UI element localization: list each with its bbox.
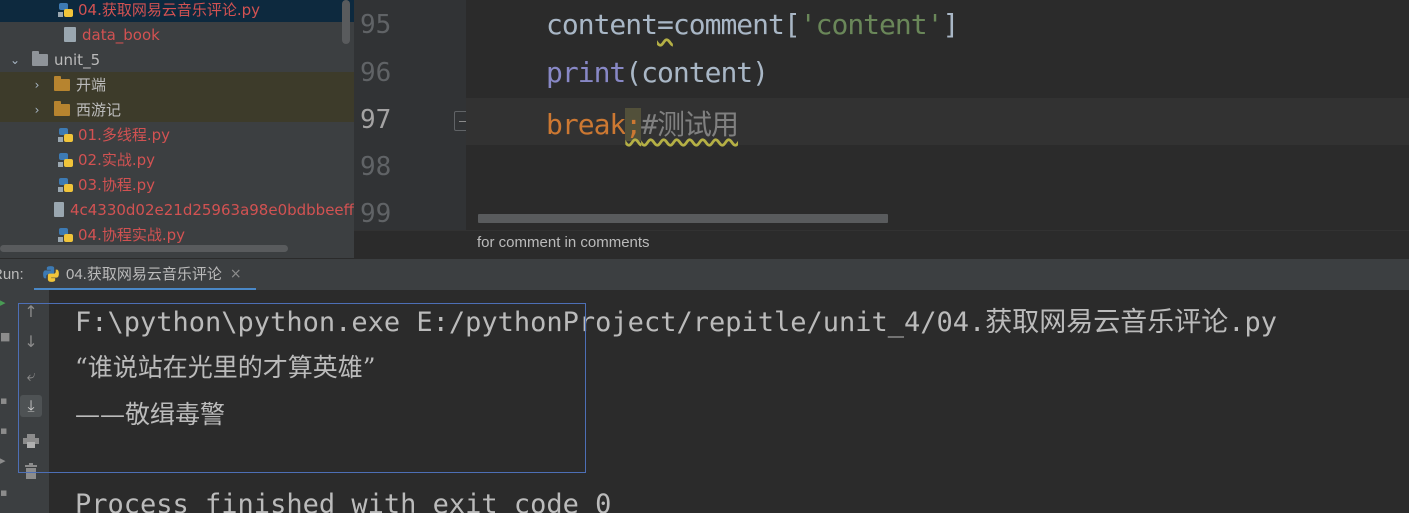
- code-line-96[interactable]: print(content): [546, 56, 769, 89]
- tree-item-01-py[interactable]: 01.多线程.py: [0, 122, 354, 147]
- tree-item-data-book[interactable]: data_book: [0, 22, 354, 47]
- soft-wrap-icon[interactable]: ⤶: [20, 365, 42, 387]
- run-tab[interactable]: 04.获取网易云音乐评论 ×: [34, 259, 256, 291]
- tree-item-label: 03.协程.py: [78, 176, 156, 194]
- text-file-icon: [64, 27, 76, 42]
- tree-item-label: 4c4330d02e21d25963a98e0bdbbeeff: [69, 200, 354, 219]
- run-toolbar: ↑ ↓ ⤶ ⤓: [13, 290, 50, 513]
- tree-item-kaiduan[interactable]: › 开端: [0, 72, 354, 97]
- run-panel-header: Run: 04.获取网易云音乐评论 ×: [0, 258, 1409, 291]
- chevron-down-icon[interactable]: ⌄: [8, 53, 22, 67]
- code-editor[interactable]: content=comment['content'] print(content…: [466, 0, 1409, 230]
- tree-item-03-py[interactable]: 03.协程.py: [0, 172, 354, 197]
- folder-icon: [54, 75, 70, 91]
- tree-vertical-scrollbar[interactable]: [342, 0, 350, 44]
- console-line-command: F:\python\python.exe E:/pythonProject/re…: [75, 307, 1278, 338]
- tree-item-hash-file[interactable]: 4c4330d02e21d25963a98e0bdbbeeff: [0, 197, 354, 222]
- scroll-down-icon[interactable]: ↓: [20, 330, 42, 352]
- project-tree: 04.获取网易云音乐评论.py data_book ⌄ unit_5 › 开端 …: [0, 0, 354, 258]
- python-file-icon: [58, 152, 73, 167]
- tree-item-label: 西游记: [76, 101, 122, 119]
- tree-horizontal-scrollbar[interactable]: [0, 245, 288, 252]
- tree-item-label: 开端: [76, 76, 107, 94]
- run-tab-label: 04.获取网易云音乐评论: [66, 266, 222, 283]
- python-file-icon: [58, 227, 73, 242]
- stop-icon[interactable]: ■: [0, 330, 10, 343]
- breadcrumb[interactable]: for comment in comments: [477, 234, 650, 251]
- tree-item-04-xiecheng-py[interactable]: 04.协程实战.py: [0, 222, 354, 247]
- line-number-current: 97: [360, 105, 392, 135]
- close-icon[interactable]: ×: [230, 266, 242, 282]
- code-token: content: [546, 8, 658, 41]
- python-file-icon: [58, 2, 73, 17]
- tree-item-unit-5[interactable]: ⌄ unit_5: [0, 47, 354, 72]
- run-panel-label: Run:: [0, 266, 24, 283]
- python-icon: [43, 265, 59, 282]
- run-side-strip: ▸ ■ ▪ ▪ ▸ ▪: [0, 290, 13, 513]
- code-token: =: [657, 8, 674, 41]
- code-token-keyword: break: [546, 108, 626, 141]
- python-file-icon: [58, 127, 73, 142]
- code-token: (content): [625, 56, 769, 89]
- breadcrumb-bar: for comment in comments: [354, 230, 1409, 274]
- tree-item-label: 04.协程实战.py: [78, 226, 186, 244]
- code-token-builtin: print: [546, 56, 626, 89]
- chevron-right-icon[interactable]: ›: [30, 78, 44, 92]
- rerun-icon[interactable]: ▸: [0, 296, 6, 309]
- console-line-output: “谁说站在光里的才算英雄”: [75, 353, 376, 382]
- code-token-string: 'content': [799, 8, 944, 41]
- settings-icon[interactable]: ▪: [0, 424, 7, 437]
- tree-item-label: data_book: [82, 25, 160, 44]
- trash-icon[interactable]: [20, 460, 42, 482]
- code-token: ]: [942, 8, 959, 41]
- folder-icon: [32, 50, 48, 66]
- code-line-97[interactable]: break;#测试用: [546, 103, 739, 143]
- line-number: 98: [360, 152, 392, 182]
- more-icon[interactable]: ▪: [0, 486, 7, 499]
- print-icon[interactable]: [20, 430, 42, 452]
- chevron-right-icon[interactable]: ›: [30, 103, 44, 117]
- line-number: 96: [360, 58, 392, 88]
- text-file-icon: [53, 202, 64, 217]
- code-line-95[interactable]: content=comment['content']: [546, 8, 959, 41]
- console-line-exit: Process finished with exit code 0: [75, 489, 612, 513]
- python-file-icon: [58, 177, 73, 192]
- folder-icon: [54, 100, 70, 116]
- pin-icon[interactable]: ▸: [0, 454, 6, 467]
- restore-layout-icon[interactable]: ▪: [0, 394, 7, 407]
- code-token: [: [783, 8, 801, 41]
- tree-item-label: unit_5: [54, 50, 101, 69]
- code-token: ;: [625, 108, 642, 141]
- editor-horizontal-scrollbar[interactable]: [478, 214, 888, 223]
- code-token-comment: #测试用: [641, 108, 739, 141]
- tree-item-02-py[interactable]: 02.实战.py: [0, 147, 354, 172]
- run-console[interactable]: F:\python\python.exe E:/pythonProject/re…: [49, 290, 1409, 513]
- tree-item-label: 01.多线程.py: [78, 126, 171, 144]
- tree-item-xiyouji[interactable]: › 西游记: [0, 97, 354, 122]
- scroll-to-end-icon[interactable]: ⤓: [20, 395, 42, 417]
- line-number: 99: [360, 199, 392, 229]
- code-token: comment: [672, 8, 785, 41]
- scroll-up-icon[interactable]: ↑: [20, 300, 42, 322]
- tree-item-label: 04.获取网易云音乐评论.py: [78, 1, 261, 19]
- console-line-output: ——敬缉毒警: [75, 400, 226, 429]
- tree-item-label: 02.实战.py: [78, 151, 156, 169]
- tree-item-04-netease-py[interactable]: 04.获取网易云音乐评论.py: [0, 0, 354, 22]
- line-number: 95: [360, 10, 392, 40]
